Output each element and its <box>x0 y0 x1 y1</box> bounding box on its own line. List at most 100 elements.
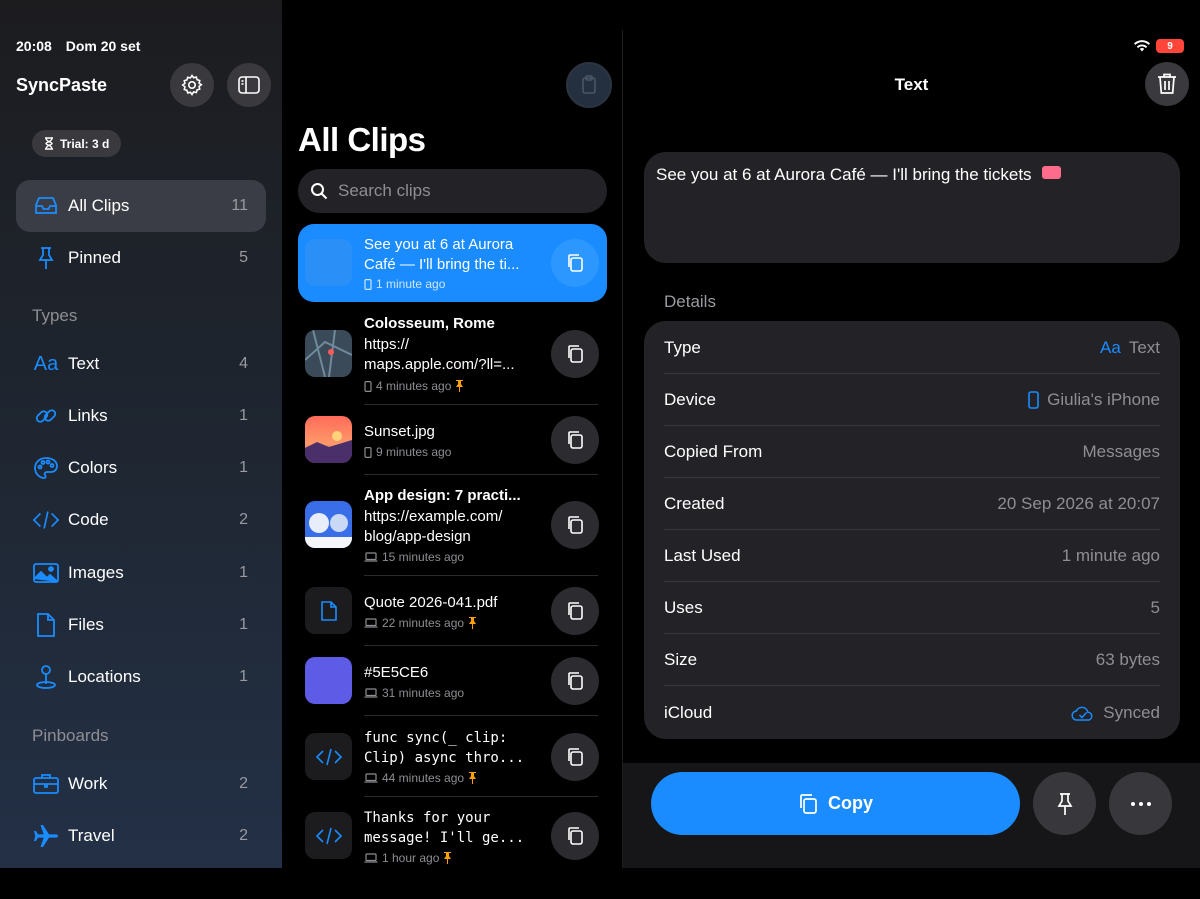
clip-content[interactable]: See you at 6 at Aurora Café — I'll bring… <box>644 152 1180 263</box>
toggle-sidebar-button[interactable] <box>227 63 271 107</box>
more-button[interactable] <box>1109 772 1172 835</box>
detail-key: Device <box>664 390 716 409</box>
text-icon: Aa <box>1100 338 1121 357</box>
search-input[interactable]: Search clips <box>298 169 607 213</box>
sidebar-item-code[interactable]: Code 2 <box>16 494 266 546</box>
row-divider <box>664 685 1160 686</box>
wifi-icon <box>1134 40 1150 52</box>
copy-icon <box>568 431 583 449</box>
clip-row-selected[interactable]: See you at 6 at Aurora Café — I'll bring… <box>298 224 607 302</box>
clip-meta: 9 minutes ago <box>364 445 451 459</box>
sidebar-item-count: 1 <box>239 616 248 633</box>
clip-row[interactable]: Sunset.jpg 9 minutes ago <box>298 405 607 474</box>
laptop-icon <box>364 618 378 628</box>
clip-meta: 44 minutes ago <box>364 771 477 785</box>
clip-list-pane: All Clips Search clips See you at 6 at A… <box>282 0 622 868</box>
detail-value-text: Text <box>1128 338 1160 357</box>
sidebar-item-links[interactable]: Links 1 <box>16 390 266 442</box>
clip-title: Quote 2026-041.pdf <box>364 594 498 611</box>
sidebar-item-label: All Clips <box>68 196 130 215</box>
detail-value: 20 Sep 2026 at 20:07 <box>997 494 1160 513</box>
detail-value: Giulia's iPhone <box>1028 390 1160 410</box>
clip-time: 4 minutes ago <box>376 379 452 393</box>
sidebar-item-colors[interactable]: Colors 1 <box>16 442 266 494</box>
clip-meta: 1 minute ago <box>364 277 445 291</box>
laptop-icon <box>364 688 378 698</box>
briefcase-icon <box>32 770 60 798</box>
file-thumbnail <box>305 587 352 634</box>
copy-icon <box>568 748 583 766</box>
detail-row-icloud: iCloud Synced <box>664 687 1160 739</box>
clip-row[interactable]: App design: 7 practi... https://example.… <box>298 475 607 575</box>
clip-line1: https://example.com/ <box>364 508 503 525</box>
clipboard-icon <box>582 75 596 94</box>
status-indicators: 9 <box>1134 39 1184 53</box>
sidebar-item-locations[interactable]: Locations 1 <box>16 651 266 703</box>
ellipsis-icon <box>1130 801 1151 806</box>
details-card: Type Aa Text Device Giulia's iPhone Copi… <box>644 321 1180 739</box>
sidebar-item-all-clips[interactable]: All Clips 11 <box>16 180 266 232</box>
clip-time: 9 minutes ago <box>376 445 452 459</box>
clip-row[interactable]: Quote 2026-041.pdf 22 minutes ago <box>298 576 607 645</box>
settings-button[interactable] <box>170 63 214 107</box>
pin-button[interactable] <box>1033 772 1096 835</box>
sidebar-item-label: Images <box>68 563 124 582</box>
pin-icon <box>1056 792 1073 815</box>
copy-button[interactable]: Copy <box>651 772 1020 835</box>
clip-row[interactable]: Thanks for your message! I'll ge... 1 ho… <box>298 797 607 868</box>
device-avatar-button[interactable] <box>566 62 612 108</box>
clip-line2: maps.apple.com/?ll=... <box>364 356 515 373</box>
battery-level: 9 <box>1167 40 1173 52</box>
sidebar-item-count: 1 <box>239 407 248 424</box>
detail-row-size: Size 63 bytes <box>664 634 1160 686</box>
detail-key: Type <box>664 338 701 357</box>
detail-key: Copied From <box>664 442 763 461</box>
detail-value: Messages <box>1082 442 1160 461</box>
web-thumbnail <box>305 501 352 548</box>
clip-time: 44 minutes ago <box>382 771 465 785</box>
sidebar-item-work[interactable]: Work 2 <box>16 758 266 810</box>
trial-badge[interactable]: Trial: 3 d <box>32 130 122 157</box>
copy-label: Copy <box>828 793 873 813</box>
document-icon <box>320 600 337 621</box>
clip-copy-button[interactable] <box>551 239 599 287</box>
clip-copy-button[interactable] <box>551 733 599 781</box>
clip-line1: func sync(_ clip: <box>364 730 508 746</box>
clip-meta: 31 minutes ago <box>364 686 464 700</box>
copy-icon <box>568 516 583 534</box>
detail-row-last-used: Last Used 1 minute ago <box>664 530 1160 582</box>
clip-copy-button[interactable] <box>551 416 599 464</box>
detail-value: Aa Text <box>1100 338 1160 358</box>
sidebar-item-files[interactable]: Files 1 <box>16 599 266 651</box>
sidebar-item-images[interactable]: Images 1 <box>16 547 266 599</box>
laptop-icon <box>364 773 378 783</box>
sidebar-item-pinned[interactable]: Pinned 5 <box>16 232 266 284</box>
clip-copy-button[interactable] <box>551 587 599 635</box>
detail-key: Size <box>664 650 698 669</box>
clip-copy-button[interactable] <box>551 812 599 860</box>
sidebar-item-count: 1 <box>239 668 248 685</box>
clip-row[interactable]: #5E5CE6 31 minutes ago <box>298 646 607 715</box>
image-icon <box>32 559 60 587</box>
sidebar: 20:08 Dom 20 set SyncPaste Trial: 3 d Al… <box>0 0 282 868</box>
clip-line1: https:// <box>364 336 410 353</box>
pinboards-section-title: Pinboards <box>32 726 109 745</box>
sidebar-item-count: 5 <box>239 249 248 266</box>
clip-line2: blog/app-design <box>364 528 471 545</box>
detail-key: iCloud <box>664 703 713 722</box>
delete-button[interactable] <box>1145 62 1189 106</box>
clip-copy-button[interactable] <box>551 657 599 705</box>
sidebar-item-text[interactable]: Aa Text 4 <box>16 338 266 390</box>
clip-copy-button[interactable] <box>551 330 599 378</box>
code-thumbnail <box>305 812 352 859</box>
clip-row[interactable]: func sync(_ clip: Clip) async thro... 44… <box>298 716 607 796</box>
clip-copy-button[interactable] <box>551 501 599 549</box>
color-swatch <box>305 657 352 704</box>
detail-pane: 9 Text See you at 6 at Aurora Café — I'l… <box>623 0 1200 868</box>
code-icon <box>32 506 60 534</box>
clip-time: 15 minutes ago <box>382 550 465 564</box>
sidebar-item-label: Travel <box>68 826 115 845</box>
clip-row[interactable]: Colosseum, Rome https:// maps.apple.com/… <box>298 304 607 404</box>
sidebar-item-travel[interactable]: Travel 2 <box>16 810 266 862</box>
trash-icon <box>1158 73 1176 94</box>
